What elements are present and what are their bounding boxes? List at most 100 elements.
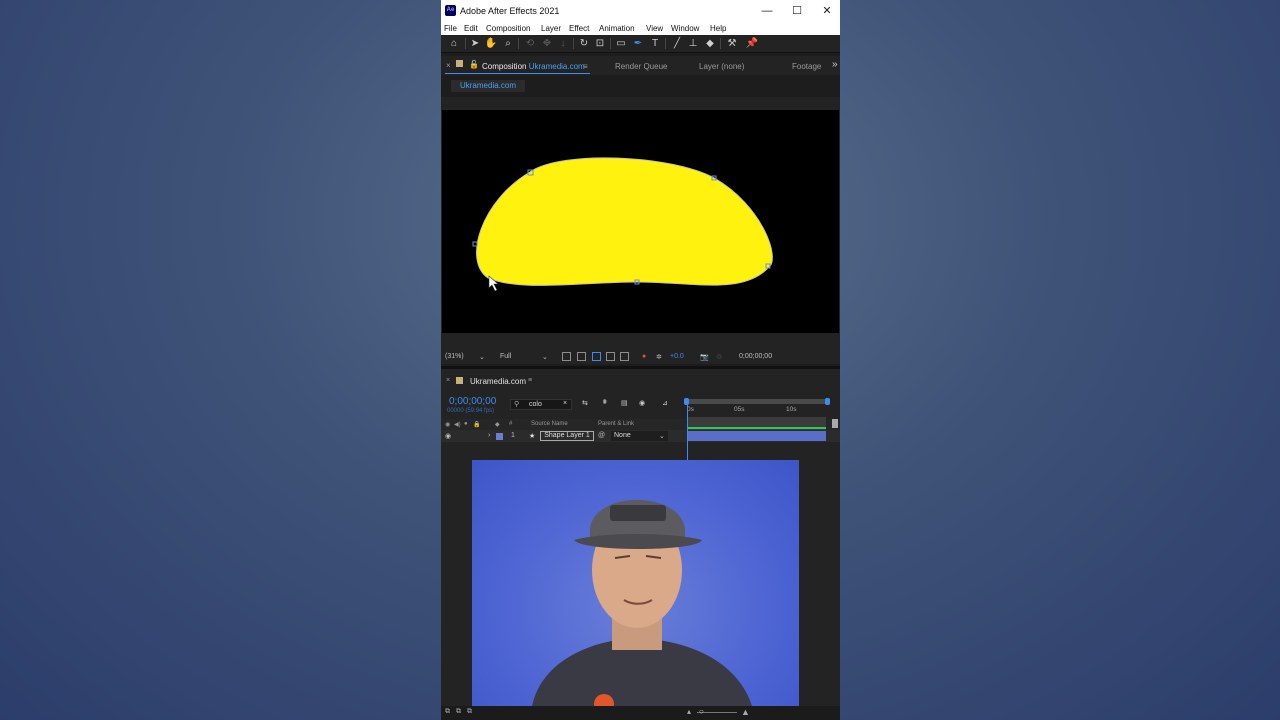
- comp-navigator-tab[interactable]: Ukramedia.com: [451, 80, 525, 92]
- frame-blending-icon[interactable]: ▤: [621, 399, 628, 407]
- layer-number-header: #: [509, 421, 513, 427]
- in-out-icon[interactable]: ⧉: [467, 708, 472, 716]
- zoom-out-icon[interactable]: ▴: [687, 707, 691, 716]
- composition-icon: [456, 60, 463, 67]
- time-navigator[interactable]: [684, 398, 830, 405]
- color-channels-icon[interactable]: ●: [642, 353, 646, 360]
- minimize-button[interactable]: —: [759, 3, 775, 19]
- layer-name[interactable]: Shape Layer 1: [540, 431, 594, 441]
- current-time-display[interactable]: 0;00;00;00: [449, 396, 496, 407]
- hand-tool-icon[interactable]: ✋: [484, 37, 498, 50]
- layer-switches-icon[interactable]: ⧉: [445, 708, 450, 716]
- tab-render-queue[interactable]: Render Queue: [615, 62, 667, 71]
- motion-blur-icon[interactable]: ◉: [639, 399, 645, 407]
- more-tabs-icon[interactable]: »: [832, 59, 838, 70]
- clear-search-icon[interactable]: ×: [563, 400, 567, 407]
- orbit-tool-icon[interactable]: ⟲: [523, 37, 537, 50]
- close-tab-icon[interactable]: ×: [446, 377, 450, 384]
- video-visibility-icon[interactable]: ◉: [445, 421, 450, 428]
- tab-layer[interactable]: Layer (none): [699, 62, 744, 71]
- lock-icon[interactable]: 🔒: [473, 421, 480, 428]
- anchor-tool-icon[interactable]: ⊡: [593, 37, 607, 50]
- shape-layer-star-icon: ★: [529, 433, 536, 440]
- grid-guides-icon[interactable]: [620, 352, 629, 361]
- window-title: Adobe After Effects 2021: [460, 6, 560, 16]
- menu-file[interactable]: File: [444, 24, 457, 33]
- menu-layer[interactable]: Layer: [541, 24, 561, 33]
- menu-window[interactable]: Window: [671, 24, 699, 33]
- transparency-grid-icon[interactable]: [577, 352, 586, 361]
- menu-animation[interactable]: Animation: [599, 24, 635, 33]
- graph-editor-icon[interactable]: ⊿: [662, 399, 668, 407]
- rectangle-tool-icon[interactable]: ▭: [614, 37, 628, 50]
- fast-previews-icon[interactable]: [562, 352, 571, 361]
- eye-icon[interactable]: ◉: [445, 432, 451, 440]
- region-of-interest-icon[interactable]: [606, 352, 615, 361]
- tab-timeline-comp[interactable]: Ukramedia.com: [470, 377, 526, 386]
- comp-mini-flowchart-icon[interactable]: ⇆: [582, 399, 588, 407]
- maximize-button[interactable]: ☐: [789, 3, 805, 19]
- solo-icon[interactable]: ●: [464, 421, 468, 427]
- clone-stamp-icon[interactable]: ⊥: [686, 37, 700, 50]
- layer-number: 1: [511, 432, 515, 439]
- shy-layers-icon[interactable]: ⩩: [603, 399, 607, 407]
- chevron-down-icon: ⌄: [659, 433, 665, 440]
- audio-icon[interactable]: ◀): [454, 421, 461, 428]
- eraser-icon[interactable]: ◆: [703, 37, 717, 50]
- zoom-tool-icon[interactable]: ⌕: [501, 37, 515, 50]
- resolution-select[interactable]: Full: [500, 353, 511, 360]
- composition-icon: [456, 377, 463, 384]
- menu-bar: File Edit Composition Layer Effect Anima…: [441, 22, 840, 35]
- tab-composition[interactable]: Composition Ukramedia.com: [482, 62, 585, 71]
- close-button[interactable]: ✕: [819, 3, 835, 19]
- color-management-icon[interactable]: ✲: [656, 353, 662, 361]
- lock-icon[interactable]: 🔓: [469, 60, 479, 69]
- time-ruler[interactable]: 0s 05s 10s: [685, 405, 829, 417]
- panel-menu-icon[interactable]: ≡: [528, 377, 532, 384]
- parent-link-header[interactable]: Parent & Link: [598, 421, 634, 427]
- type-tool-icon[interactable]: T: [648, 37, 662, 50]
- show-snapshot-icon[interactable]: ♲: [716, 353, 722, 361]
- source-name-header[interactable]: Source Name: [531, 421, 568, 427]
- pen-tool-icon[interactable]: ✒: [631, 37, 645, 50]
- tab-footage[interactable]: Footage: [792, 62, 821, 71]
- layer-search-input[interactable]: ⚲ colo ×: [510, 399, 572, 410]
- transfer-controls-icon[interactable]: ⧉: [456, 708, 461, 716]
- timeline-end-marker[interactable]: [832, 419, 838, 428]
- zoom-in-icon[interactable]: ▲: [741, 707, 750, 717]
- playhead[interactable]: [687, 405, 688, 461]
- layer-duration-bar[interactable]: [687, 431, 826, 441]
- magnification-select[interactable]: (31%): [445, 353, 464, 360]
- close-tab-icon[interactable]: ×: [446, 61, 451, 70]
- composition-viewer[interactable]: [442, 110, 839, 333]
- label-color-swatch[interactable]: [496, 433, 503, 440]
- snapshot-icon[interactable]: 📷: [700, 353, 709, 361]
- composition-panel-tabs: × 🔓 Composition Ukramedia.com ≡ Render Q…: [441, 56, 840, 75]
- shape-layer-artwork: [472, 157, 773, 292]
- label-icon[interactable]: ◆: [495, 421, 500, 428]
- title-bar: Ae Adobe After Effects 2021 — ☐ ✕: [441, 0, 840, 22]
- mask-visibility-icon[interactable]: [592, 352, 601, 361]
- timeline-footer: ⧉ ⧉ ⧉ ▴ ○ ▲: [441, 706, 840, 720]
- brush-tool-icon[interactable]: ╱: [670, 37, 684, 50]
- roto-brush-icon[interactable]: ⚒: [725, 37, 739, 50]
- menu-help[interactable]: Help: [710, 24, 726, 33]
- expand-layer-icon[interactable]: ›: [488, 432, 490, 439]
- menu-composition[interactable]: Composition: [486, 24, 530, 33]
- viewer-timecode[interactable]: 0;00;00;00: [739, 353, 772, 360]
- menu-edit[interactable]: Edit: [464, 24, 478, 33]
- yellow-shape-path[interactable]: [476, 157, 773, 286]
- menu-view[interactable]: View: [646, 24, 663, 33]
- puppet-pin-icon[interactable]: 📌: [745, 37, 759, 50]
- rotate-tool-icon[interactable]: ↻: [577, 37, 591, 50]
- exposure-value[interactable]: +0.0: [670, 353, 684, 360]
- home-icon[interactable]: ⌂: [447, 37, 461, 50]
- zoom-slider-handle[interactable]: ○: [699, 707, 704, 716]
- vertex-handle[interactable]: [472, 241, 478, 247]
- selection-tool-icon[interactable]: ➤: [468, 37, 482, 50]
- pick-whip-icon[interactable]: @: [598, 432, 605, 439]
- menu-effect[interactable]: Effect: [569, 24, 589, 33]
- panel-menu-icon[interactable]: ≡: [583, 62, 588, 71]
- dolly-tool-icon[interactable]: ↓: [556, 37, 570, 50]
- pan-tool-icon[interactable]: ✥: [540, 37, 554, 50]
